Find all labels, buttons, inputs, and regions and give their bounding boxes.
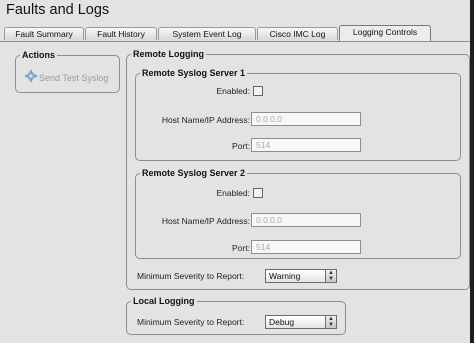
server-1-enabled-label: Enabled: [216,86,250,96]
server-1-legend: Remote Syslog Server 1 [140,68,248,79]
server-2-enabled-checkbox[interactable] [253,188,263,198]
send-test-syslog-button[interactable]: Send Test Syslog [25,70,108,86]
chevron-updown-icon: ▲ ▼ [325,270,336,282]
actions-legend: Actions [20,50,58,61]
server-1-port-label: Port: [232,141,250,151]
local-min-severity-value: Debug [269,317,295,327]
server-2-host-label: Host Name/IP Address: [161,216,250,226]
server-2-port-input[interactable]: 514 [251,240,361,254]
tab-bar: Fault Summary Fault History System Event… [4,25,470,41]
tab-cisco-imc-log[interactable]: Cisco IMC Log [257,27,338,40]
server-1-host-input[interactable]: 0.0.0.0 [251,112,361,126]
server-1-port-input[interactable]: 514 [251,138,361,152]
chevron-updown-icon: ▲ ▼ [325,316,336,328]
server-1-host-label: Host Name/IP Address: [161,115,250,125]
server-2-host-input[interactable]: 0.0.0.0 [251,213,361,227]
window-edge [470,0,474,343]
local-min-severity-select[interactable]: Debug ▲ ▼ [265,315,337,329]
remote-logging-group: Remote Logging Remote Syslog Server 1 En… [126,49,470,290]
tab-system-event-log[interactable]: System Event Log [158,27,256,40]
tab-logging-controls[interactable]: Logging Controls [339,25,431,41]
logging-controls-window: Faults and Logs Fault Summary Fault Hist… [0,0,470,343]
remote-min-severity-select[interactable]: Warning ▲ ▼ [265,269,337,283]
remote-syslog-server-1-group: Remote Syslog Server 1 Enabled: Host Nam… [135,68,461,161]
remote-syslog-server-2-group: Remote Syslog Server 2 Enabled: Host Nam… [135,168,461,259]
gear-icon [25,70,37,87]
server-2-port-label: Port: [232,243,250,253]
actions-group: Actions Send Test Syslog [15,50,120,93]
server-2-legend: Remote Syslog Server 2 [140,168,248,179]
send-test-syslog-label: Send Test Syslog [39,73,109,83]
local-logging-group: Local Logging Minimum Severity to Report… [126,296,346,335]
local-min-severity-label: Minimum Severity to Report: [137,317,245,327]
server-1-enabled-checkbox[interactable] [253,86,263,96]
tab-fault-history[interactable]: Fault History [85,27,157,40]
tab-fault-summary[interactable]: Fault Summary [4,27,84,40]
local-logging-legend: Local Logging [131,296,197,307]
server-2-enabled-label: Enabled: [216,188,250,198]
remote-min-severity-label: Minimum Severity to Report: [137,271,245,281]
page-title: Faults and Logs [6,2,110,18]
remote-logging-legend: Remote Logging [131,49,206,60]
tab-divider [0,41,470,42]
remote-min-severity-value: Warning [269,271,301,281]
